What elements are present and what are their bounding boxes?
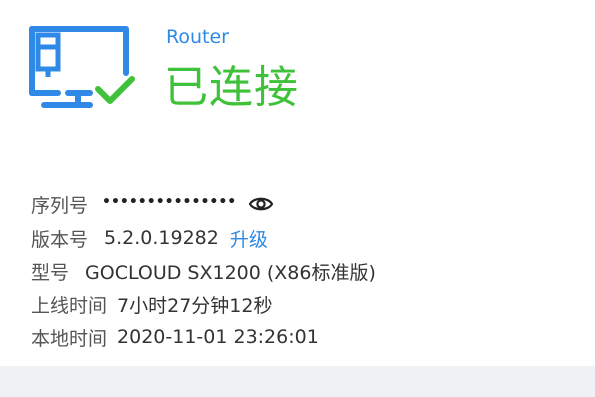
uptime-value: 7小时27分钟12秒	[117, 294, 273, 317]
device-type-label: Router	[166, 26, 229, 48]
router-connected-icon	[29, 26, 135, 108]
local-time-label: 本地时间	[31, 327, 108, 350]
local-time-row: 本地时间 2020-11-01 23:26:01	[31, 324, 319, 350]
eye-icon[interactable]	[248, 194, 274, 214]
model-row: 型号 GOCLOUD SX1200 (X86标准版)	[31, 258, 376, 284]
device-info-card: Router 已连接 序列号 ••••••••••••••• 版本号 5.2.0…	[0, 0, 595, 366]
version-value: 5.2.0.19282	[104, 227, 219, 249]
uptime-label: 上线时间	[31, 294, 108, 317]
footer-strip	[0, 366, 595, 397]
uptime-row: 上线时间 7小时27分钟12秒	[31, 291, 272, 317]
upgrade-link[interactable]: 升级	[230, 225, 268, 252]
serial-row: 序列号 •••••••••••••••	[31, 191, 274, 217]
local-time-value: 2020-11-01 23:26:01	[117, 326, 319, 348]
serial-label: 序列号	[31, 194, 89, 217]
version-label: 版本号	[31, 228, 89, 251]
connection-status: 已连接	[164, 62, 299, 113]
version-row: 版本号 5.2.0.19282 升级	[31, 225, 268, 251]
model-label: 型号	[31, 261, 70, 284]
serial-masked-value: •••••••••••••••	[102, 194, 237, 210]
model-value: GOCLOUD SX1200 (X86标准版)	[85, 261, 376, 284]
